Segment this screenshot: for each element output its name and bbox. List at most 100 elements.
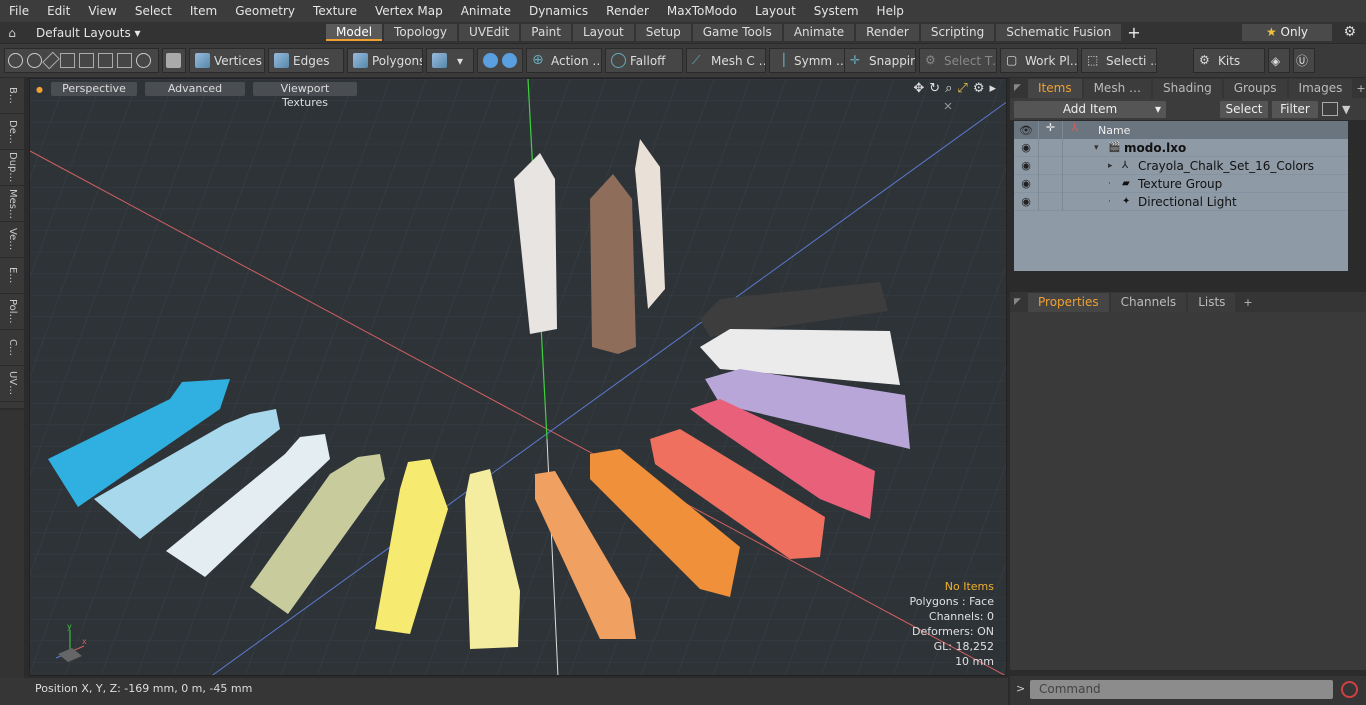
tab-schematic-fusion[interactable]: Schematic Fusion bbox=[996, 24, 1122, 41]
record-icon[interactable] bbox=[1341, 681, 1358, 698]
tab-setup[interactable]: Setup bbox=[635, 24, 691, 41]
collapse-icon[interactable] bbox=[1322, 102, 1338, 116]
3d-viewport[interactable]: ● Perspective Advanced Viewport Textures… bbox=[29, 78, 1007, 676]
tab-layout[interactable]: Layout bbox=[572, 24, 634, 41]
advanced-button[interactable]: Advanced bbox=[144, 82, 245, 96]
add-tab-icon[interactable]: + bbox=[1243, 293, 1252, 312]
axis-cell[interactable] bbox=[1062, 156, 1086, 175]
left-strip-tab[interactable]: UV… bbox=[0, 366, 24, 402]
polygons-button[interactable]: Polygons bbox=[347, 48, 423, 73]
work-plane-button[interactable]: ▢ Work Pl… bbox=[1000, 48, 1078, 73]
left-strip-tab[interactable]: Ve… bbox=[0, 222, 24, 258]
tab-channels[interactable]: Channels bbox=[1110, 293, 1187, 312]
snapping-button[interactable]: ✛ Snapping bbox=[844, 48, 916, 73]
tab-render[interactable]: Render bbox=[856, 24, 919, 41]
visibility-eye-icon[interactable]: ◉ bbox=[1014, 177, 1038, 190]
add-item-button[interactable]: Add Item ▾ bbox=[1014, 100, 1166, 118]
left-strip-tab[interactable]: Dup… bbox=[0, 150, 24, 186]
menu-view[interactable]: View bbox=[79, 0, 125, 22]
axis-cell[interactable] bbox=[1062, 138, 1086, 157]
tab-properties[interactable]: Properties bbox=[1028, 293, 1109, 312]
tab-mesh[interactable]: Mesh … bbox=[1083, 79, 1151, 98]
axis-cell[interactable] bbox=[1062, 192, 1086, 211]
maximize-icon[interactable]: ⤢ bbox=[957, 81, 967, 96]
only-button[interactable]: ★ Only bbox=[1242, 24, 1332, 41]
symmetry-button[interactable]: ▕ Symm … bbox=[769, 48, 845, 73]
viewport-textures-button[interactable]: Viewport Textures bbox=[252, 82, 357, 109]
circle-select-icon[interactable] bbox=[8, 53, 23, 68]
rotate-view-icon[interactable]: ↻ bbox=[929, 81, 940, 96]
add-tab-icon[interactable]: + bbox=[1356, 79, 1365, 98]
falloff-button[interactable]: Falloff bbox=[605, 48, 683, 73]
pivot-icon[interactable] bbox=[502, 53, 517, 68]
expand-toggle-icon[interactable]: ▸ bbox=[1108, 161, 1122, 171]
menu-animate[interactable]: Animate bbox=[452, 0, 520, 22]
command-input[interactable]: Command bbox=[1030, 680, 1333, 699]
lock-cell[interactable] bbox=[1038, 192, 1062, 211]
menu-render[interactable]: Render bbox=[597, 0, 658, 22]
zoom-icon[interactable]: ⌕ bbox=[945, 81, 952, 96]
menu-geometry[interactable]: Geometry bbox=[226, 0, 304, 22]
chevron-down-icon[interactable]: ▾ bbox=[457, 54, 463, 68]
center-icon[interactable] bbox=[483, 53, 498, 68]
menu-maxtomodo[interactable]: MaxToModo bbox=[658, 0, 746, 22]
align-icon[interactable] bbox=[79, 53, 94, 68]
edges-button[interactable]: Edges bbox=[268, 48, 344, 73]
item-mode-button[interactable] bbox=[162, 48, 186, 73]
menu-system[interactable]: System bbox=[805, 0, 868, 22]
tab-paint[interactable]: Paint bbox=[521, 24, 571, 41]
clock-icon[interactable] bbox=[136, 53, 151, 68]
tree-row[interactable]: ◉ ▸ ⅄ Crayola_Chalk_Set_16_Colors bbox=[1014, 156, 1348, 175]
left-strip-tab[interactable]: Mes… bbox=[0, 186, 24, 222]
tree-row[interactable]: ◉ · ▰ Texture Group bbox=[1014, 174, 1348, 193]
tab-items[interactable]: Items bbox=[1028, 79, 1082, 98]
left-strip-tab[interactable]: B… bbox=[0, 78, 24, 114]
brush-icon[interactable] bbox=[60, 53, 75, 68]
vertices-button[interactable]: Vertices bbox=[189, 48, 265, 73]
item-tree[interactable]: 👁 ✛ ⅄ Name ◉ ▾ 🎬 modo.lxo ◉ ▸ ⅄ Crayola_Chalk_S… bbox=[1014, 121, 1348, 271]
tab-lists[interactable]: Lists bbox=[1188, 293, 1236, 312]
globe-icon[interactable] bbox=[27, 53, 42, 68]
tab-groups[interactable]: Groups bbox=[1223, 79, 1287, 98]
left-strip-tab[interactable]: E… bbox=[0, 258, 24, 294]
default-layouts-dropdown[interactable]: Default Layouts ▾ bbox=[36, 26, 141, 40]
menu-edit[interactable]: Edit bbox=[38, 0, 79, 22]
lock-cell[interactable] bbox=[1038, 156, 1062, 175]
tab-shading[interactable]: Shading bbox=[1153, 79, 1222, 98]
selection-sets-button[interactable]: ⬚ Selecti … bbox=[1081, 48, 1157, 73]
tree-row[interactable]: ◉ · ✦ Directional Light bbox=[1014, 192, 1348, 211]
unity-button[interactable]: ◈ bbox=[1268, 48, 1290, 73]
tab-images[interactable]: Images bbox=[1288, 79, 1353, 98]
menu-vertex-map[interactable]: Vertex Map bbox=[366, 0, 452, 22]
perspective-button[interactable]: Perspective bbox=[50, 82, 137, 96]
tree-row[interactable]: ◉ ▾ 🎬 modo.lxo bbox=[1014, 138, 1348, 157]
left-strip-tab[interactable]: Pol… bbox=[0, 294, 24, 330]
tab-model[interactable]: Model bbox=[326, 24, 383, 41]
lock-cell[interactable] bbox=[1038, 138, 1062, 157]
panel-menu-icon[interactable]: ◤ bbox=[1014, 79, 1026, 98]
menu-file[interactable]: File bbox=[0, 0, 38, 22]
tab-animate[interactable]: Animate bbox=[783, 24, 855, 41]
tab-uvedit[interactable]: UVEdit bbox=[459, 24, 520, 41]
lock-cell[interactable] bbox=[1038, 174, 1062, 193]
kits-button[interactable]: ⚙ Kits bbox=[1193, 48, 1265, 73]
material-mode-button[interactable]: ▾ bbox=[426, 48, 474, 73]
gear-icon[interactable]: ⚙ bbox=[973, 81, 985, 96]
menu-help[interactable]: Help bbox=[868, 0, 913, 22]
menu-select[interactable]: Select bbox=[126, 0, 181, 22]
visibility-eye-icon[interactable]: ◉ bbox=[1014, 195, 1038, 208]
menu-texture[interactable]: Texture bbox=[304, 0, 366, 22]
add-tab-icon[interactable]: + bbox=[1127, 23, 1140, 42]
left-strip-tab[interactable]: De… bbox=[0, 114, 24, 150]
grid-icon[interactable] bbox=[98, 53, 113, 68]
chevron-down-icon[interactable]: ▾ bbox=[1155, 101, 1161, 118]
mesh-constraint-button[interactable]: ⟋ Mesh C … bbox=[686, 48, 766, 73]
unreal-button[interactable]: Ⓤ bbox=[1293, 48, 1315, 73]
select-through-button[interactable]: ⚙ Select T… bbox=[919, 48, 997, 73]
left-strip-tab[interactable]: C… bbox=[0, 330, 24, 366]
action-button[interactable]: ⊕ Action … bbox=[526, 48, 602, 73]
home-icon[interactable]: ⌂ bbox=[0, 26, 24, 40]
tab-topology[interactable]: Topology bbox=[384, 24, 458, 41]
tab-scripting[interactable]: Scripting bbox=[920, 24, 995, 41]
box-icon[interactable] bbox=[117, 53, 132, 68]
